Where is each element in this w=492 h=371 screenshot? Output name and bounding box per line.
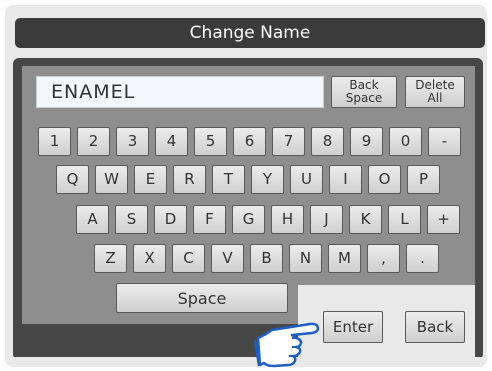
key[interactable]: H (271, 205, 304, 234)
key-label: Q (66, 170, 79, 188)
key[interactable]: P (407, 165, 440, 194)
key-label: P (418, 170, 429, 188)
key-label: 9 (361, 132, 372, 150)
key[interactable]: K (349, 205, 382, 234)
key[interactable]: 0 (389, 127, 422, 156)
key[interactable]: I (329, 165, 362, 194)
key[interactable]: 4 (155, 127, 188, 156)
key[interactable]: S (115, 205, 148, 234)
key-label: B (261, 249, 272, 267)
key-label: H (281, 210, 294, 228)
key[interactable]: U (290, 165, 323, 194)
key[interactable]: N (289, 244, 322, 273)
pointing-hand-icon (253, 322, 320, 368)
key-label: 7 (283, 132, 294, 150)
key-label: 6 (244, 132, 255, 150)
key[interactable]: - (428, 127, 461, 156)
key[interactable]: M (328, 244, 361, 273)
key-label: N (299, 249, 312, 267)
key[interactable]: 8 (311, 127, 344, 156)
key-label: R (184, 170, 195, 188)
key-label: , (381, 249, 386, 267)
dialog-title: Change Name (189, 23, 311, 43)
title-bar: Change Name (15, 18, 485, 48)
panel-bottom (13, 357, 483, 367)
key-label: C (183, 249, 194, 267)
key[interactable]: , (367, 244, 400, 273)
key-label: A (87, 210, 98, 228)
key[interactable]: Q (56, 165, 89, 194)
key[interactable]: O (368, 165, 401, 194)
key-label: . (420, 249, 425, 267)
key[interactable]: + (427, 205, 460, 234)
key[interactable]: Z (94, 244, 127, 273)
key[interactable]: 1 (38, 127, 71, 156)
key[interactable]: 6 (233, 127, 266, 156)
key-label: K (360, 210, 371, 228)
key-label: 3 (127, 132, 138, 150)
key-label: 8 (322, 132, 333, 150)
key[interactable]: L (388, 205, 421, 234)
key-label: I (343, 170, 348, 188)
key[interactable]: 7 (272, 127, 305, 156)
key-label: U (301, 170, 312, 188)
key-label: E (145, 170, 156, 188)
key-label: 1 (49, 132, 60, 150)
key-label: Z (105, 249, 116, 267)
space-key[interactable]: Space (116, 283, 288, 313)
key[interactable]: J (310, 205, 343, 234)
key-label: Y (262, 170, 273, 188)
key[interactable]: 9 (350, 127, 383, 156)
key[interactable]: A (76, 205, 109, 234)
key-label: S (126, 210, 137, 228)
key[interactable]: C (172, 244, 205, 273)
key-label: D (164, 210, 177, 228)
key[interactable]: G (232, 205, 265, 234)
key[interactable]: 5 (194, 127, 227, 156)
name-input[interactable]: ENAMEL (36, 76, 324, 108)
key-label: F (205, 210, 214, 228)
key[interactable]: 3 (116, 127, 149, 156)
name-input-value: ENAMEL (51, 81, 136, 103)
back-space-button[interactable]: Back Space (331, 76, 397, 108)
key-label: W (104, 170, 119, 188)
key[interactable]: 2 (77, 127, 110, 156)
back-button[interactable]: Back (405, 311, 465, 343)
key-label: L (400, 210, 409, 228)
key[interactable]: D (154, 205, 187, 234)
key[interactable]: E (134, 165, 167, 194)
key-label: + (437, 210, 450, 228)
key[interactable]: R (173, 165, 206, 194)
key[interactable]: X (133, 244, 166, 273)
key-label: - (441, 132, 448, 150)
key-label: 2 (88, 132, 99, 150)
key[interactable]: . (406, 244, 439, 273)
key-label: X (144, 249, 155, 267)
key[interactable]: F (193, 205, 226, 234)
key-label: M (338, 249, 351, 267)
key-label: 0 (400, 132, 411, 150)
key-label: G (242, 210, 255, 228)
key[interactable]: V (211, 244, 244, 273)
key[interactable]: B (250, 244, 283, 273)
key-label: 5 (205, 132, 216, 150)
key[interactable]: T (212, 165, 245, 194)
key-label: V (222, 249, 233, 267)
key-label: O (378, 170, 391, 188)
key[interactable]: Y (251, 165, 284, 194)
key-label: J (324, 210, 329, 228)
key-label: T (223, 170, 234, 188)
key[interactable]: W (95, 165, 128, 194)
delete-all-button[interactable]: Delete All (405, 76, 465, 108)
key-label: 4 (166, 132, 177, 150)
